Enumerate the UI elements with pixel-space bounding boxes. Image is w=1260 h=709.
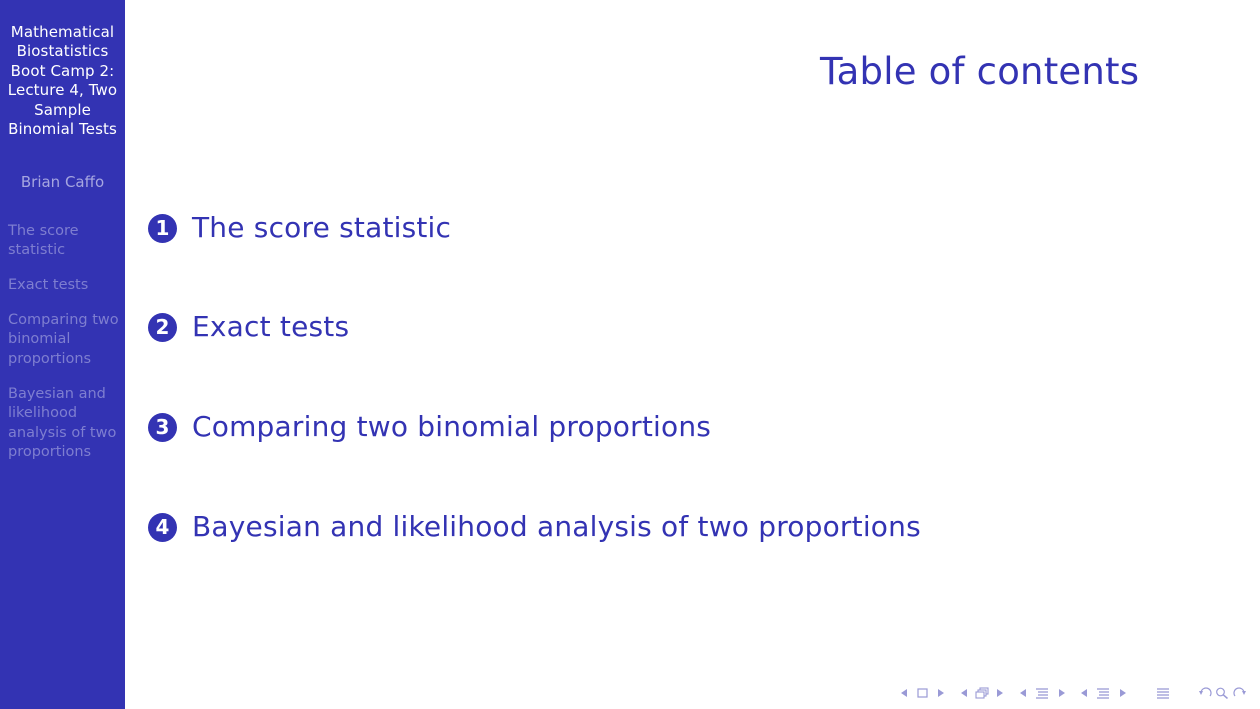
document-icon[interactable] [1156,684,1170,702]
frame-title: Table of contents [820,50,1140,93]
back-icon[interactable] [1198,684,1212,702]
sidebar-section-score-statistic[interactable]: The score statistic [8,222,122,261]
sidebar-section-exact-tests[interactable]: Exact tests [8,276,122,295]
toc-item-label: The score statistic [192,211,452,244]
sidebar-section-bayesian-likelihood[interactable]: Bayesian and likelihood analysis of two … [8,385,122,463]
frame-icon[interactable] [974,684,990,702]
next-subsection-arrow-icon[interactable] [1058,684,1066,702]
next-frame-arrow-icon[interactable] [996,684,1004,702]
next-slide-arrow-icon[interactable] [937,684,945,702]
sidebar-author[interactable]: Brian Caffo [4,173,121,192]
prev-section-arrow-icon[interactable] [1080,684,1088,702]
toc-item-bayesian-likelihood[interactable]: 4 Bayesian and likelihood analysis of tw… [148,510,921,544]
prev-slide-arrow-icon[interactable] [900,684,908,702]
sidebar-section-comparing-proportions[interactable]: Comparing two binomial proportions [8,311,122,369]
slide-icon[interactable] [917,684,928,702]
toc-item-label: Exact tests [192,310,350,343]
toc-item-score-statistic[interactable]: 1 The score statistic [148,211,451,245]
toc-item-exact-tests[interactable]: 2 Exact tests [148,310,349,344]
sidebar-presentation-title[interactable]: Mathematical Biostatistics Boot Camp 2: … [4,23,121,139]
toc-item-comparing-proportions[interactable]: 3 Comparing two binomial proportions [148,410,711,444]
toc-number-badge: 3 [148,412,177,442]
toc-item-label: Bayesian and likelihood analysis of two … [192,510,921,543]
section-icon[interactable] [1095,684,1111,702]
sidebar: Mathematical Biostatistics Boot Camp 2: … [0,0,125,709]
subsection-icon[interactable] [1034,684,1050,702]
prev-frame-arrow-icon[interactable] [960,684,968,702]
toc-item-label: Comparing two binomial proportions [192,410,712,443]
toc-number-badge: 1 [148,213,177,243]
navigation-symbols [898,684,1253,702]
forward-icon[interactable] [1233,684,1247,702]
next-section-arrow-icon[interactable] [1119,684,1127,702]
search-icon[interactable] [1215,684,1229,702]
toc-number-badge: 4 [148,512,177,542]
prev-subsection-arrow-icon[interactable] [1019,684,1027,702]
slide: Mathematical Biostatistics Boot Camp 2: … [0,0,1260,709]
toc-number-badge: 2 [148,312,177,342]
